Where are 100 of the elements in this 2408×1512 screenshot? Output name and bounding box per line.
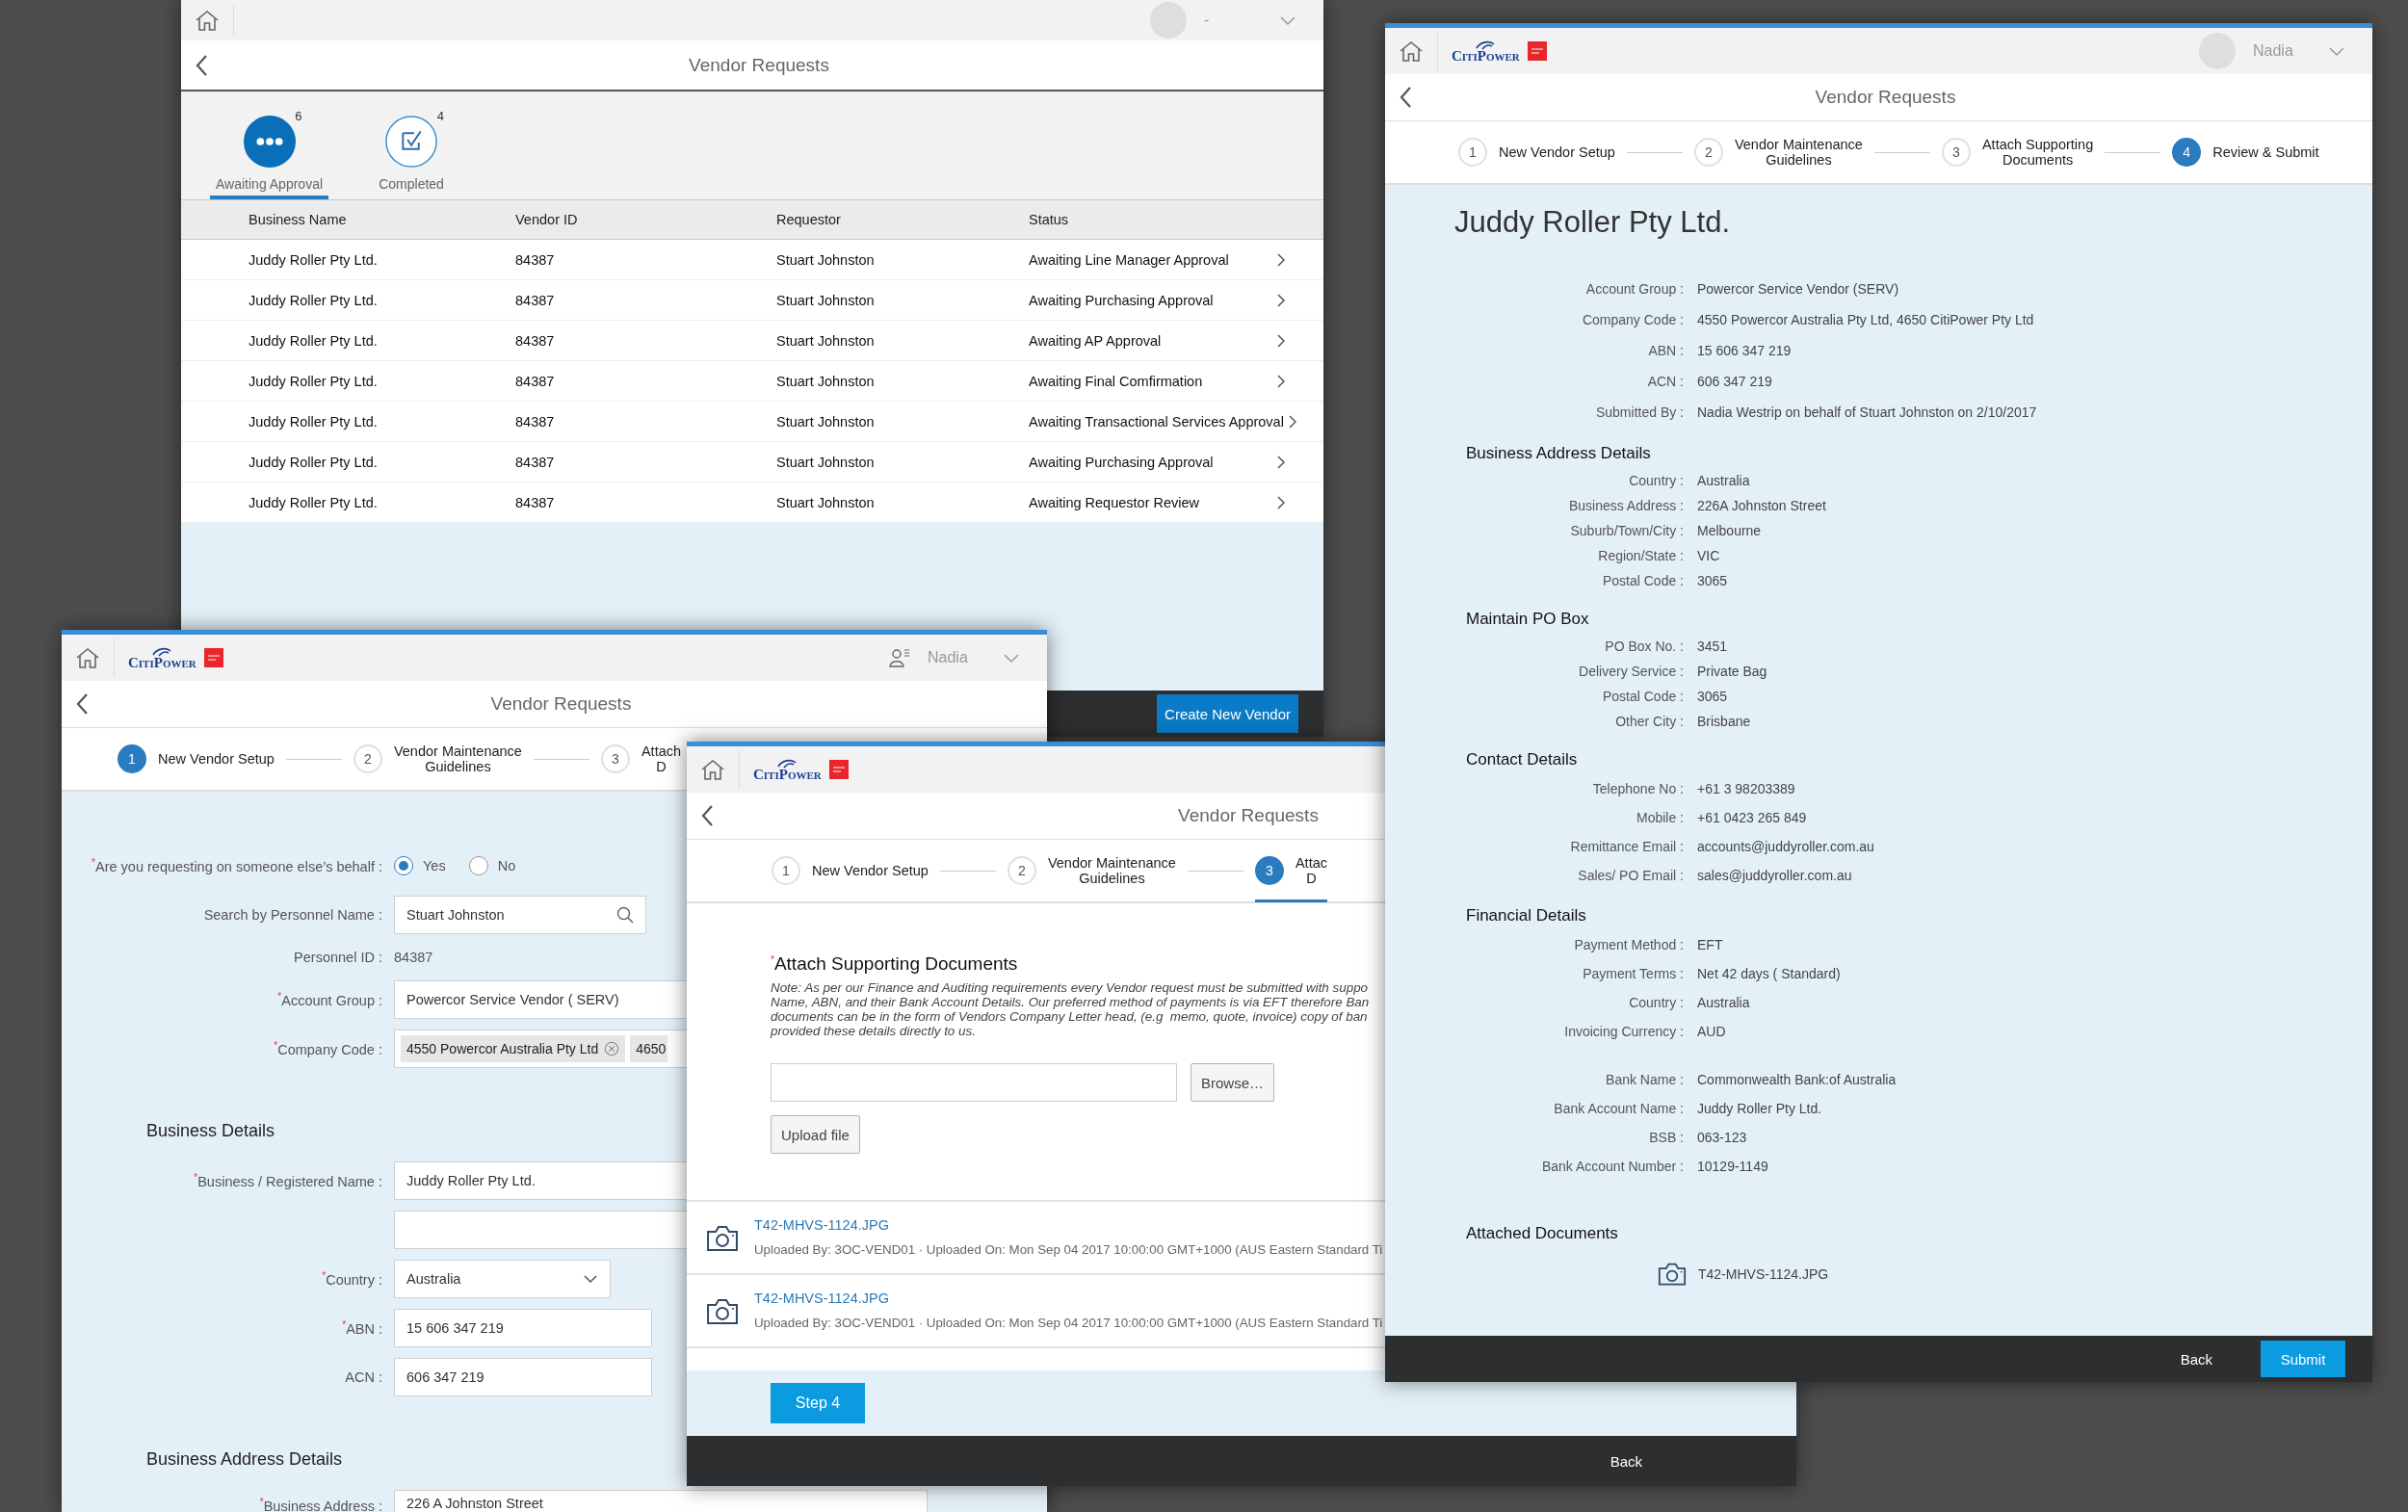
step-number[interactable]: 3 xyxy=(1254,855,1284,885)
chevron-down-icon xyxy=(583,1274,598,1284)
chevron-right-icon xyxy=(1276,374,1285,388)
swoosh-icon xyxy=(776,759,798,769)
step-number[interactable]: 2 xyxy=(1007,856,1036,885)
step-number[interactable]: 1 xyxy=(772,856,800,885)
input-field[interactable]: Juddy Roller Pty Ltd. xyxy=(394,1161,687,1200)
create-vendor-button[interactable]: Create New Vendor xyxy=(1157,694,1298,733)
home-icon[interactable] xyxy=(1399,39,1424,63)
step-number[interactable]: 1 xyxy=(118,744,146,773)
logo-badge-icon xyxy=(1527,41,1547,61)
swoosh-icon xyxy=(151,647,173,657)
detail-value: Net 42 days ( Standard) xyxy=(1697,966,1841,981)
input-field[interactable]: 15 606 347 219 xyxy=(394,1309,652,1347)
chevron-right-icon xyxy=(1276,333,1285,348)
chevron-down-icon[interactable] xyxy=(1279,14,1296,26)
field-label: $^{*}$Account Group : xyxy=(276,991,382,1008)
country-dropdown[interactable]: Australia xyxy=(394,1260,611,1298)
radio-option[interactable]: No xyxy=(468,856,516,875)
home-icon[interactable] xyxy=(195,9,220,32)
input-field[interactable]: 226 A Johnston Street xyxy=(394,1490,928,1512)
input-field[interactable] xyxy=(394,1211,687,1249)
upload-button[interactable]: Upload file xyxy=(771,1115,860,1154)
back-button[interactable]: Back xyxy=(2170,1344,2222,1373)
detail-value: Nadia Westrip on behalf of Stuart Johnston on 2/10/2017 xyxy=(1697,404,2037,420)
step-number[interactable]: 3 xyxy=(1941,138,1971,167)
file-link[interactable]: T42-MHVS-1124.JPG xyxy=(754,1290,889,1306)
token[interactable]: 4550 Powercor Australia Pty Ltd xyxy=(401,1035,626,1062)
step-number[interactable]: 1 xyxy=(1458,138,1487,167)
table-cell-text: Stuart Johnston xyxy=(776,413,876,430)
table-row[interactable]: Juddy Roller Pty Ltd. 84387 Stuart Johnston Awaiting Final Comfirmation xyxy=(181,361,1323,402)
back-icon[interactable] xyxy=(195,53,208,77)
column-header[interactable]: Status xyxy=(1029,212,1318,227)
radio-option[interactable]: Yes xyxy=(394,856,446,875)
chevron-right-icon xyxy=(1276,495,1285,509)
table-cell-text: 84387 xyxy=(515,251,556,268)
table-row[interactable]: Juddy Roller Pty Ltd. 84387 Stuart Johnston Awaiting Purchasing Approval xyxy=(181,280,1323,321)
step-number[interactable]: 2 xyxy=(353,744,382,773)
input-field[interactable]: 606 347 219 xyxy=(394,1358,652,1396)
table-cell-text: Stuart Johnston xyxy=(776,251,876,268)
page-title: Vendor Requests xyxy=(1178,805,1319,826)
file-link[interactable]: T42-MHVS-1124.JPG xyxy=(754,1217,889,1233)
count-label: 4 xyxy=(436,109,445,123)
token[interactable]: 4650 xyxy=(630,1035,668,1062)
table-row[interactable]: Juddy Roller Pty Ltd. 84387 Stuart Johnston Awaiting AP Approval xyxy=(181,321,1323,361)
input-field[interactable]: Powercor Service Vendor ( SERV) xyxy=(394,980,687,1019)
user-icon[interactable] xyxy=(889,648,910,667)
table-row[interactable]: Juddy Roller Pty Ltd. 84387 Stuart Johnston Awaiting Transactional Services Approval xyxy=(181,402,1323,442)
table-row[interactable]: Juddy Roller Pty Ltd. 84387 Stuart Johnston Awaiting Line Manager Approval xyxy=(181,240,1323,280)
detail-label: ACN : xyxy=(1646,374,1684,389)
radio-button[interactable] xyxy=(394,856,413,875)
table-cell: Awaiting Purchasing Approval xyxy=(1029,454,1214,470)
table-row[interactable]: Juddy Roller Pty Ltd. 84387 Stuart Johnston Awaiting Requestor Review xyxy=(181,482,1323,523)
detail-label: Remittance Email : xyxy=(1569,839,1684,854)
more-icon xyxy=(242,115,297,169)
table-row[interactable]: Juddy Roller Pty Ltd. 84387 Stuart Johnston Awaiting Purchasing Approval xyxy=(181,442,1323,482)
table-cell-text: 84387 xyxy=(515,454,556,470)
table-cell-text: Stuart Johnston xyxy=(776,292,876,308)
token-field[interactable]: 4550 Powercor Australia Pty Ltd 4650 xyxy=(394,1030,687,1068)
field-label: Personnel ID : xyxy=(293,950,382,965)
field-label: $^{*}$Company Code : xyxy=(273,1040,382,1057)
home-icon[interactable] xyxy=(700,758,725,781)
table-cell-text: 84387 xyxy=(515,373,556,389)
radio-button[interactable] xyxy=(468,856,488,875)
back-icon[interactable] xyxy=(75,692,89,716)
step-label: New Vendor Setup xyxy=(1499,144,1615,160)
logo-text: CitiPower xyxy=(1452,50,1520,62)
column-header[interactable]: Requestor xyxy=(776,212,1029,227)
detail-label: Country : xyxy=(1628,473,1684,488)
detail-value: 3065 xyxy=(1697,573,1729,588)
step-number[interactable]: 3 xyxy=(600,744,630,773)
detail-label: Telephone No : xyxy=(1591,781,1684,796)
back-icon[interactable] xyxy=(700,804,714,827)
back-icon[interactable] xyxy=(1399,86,1412,109)
file-name[interactable]: T42-MHVS-1124.JPG xyxy=(1698,1265,1829,1282)
detail-label: Region/State : xyxy=(1597,548,1684,563)
home-icon[interactable] xyxy=(75,646,100,669)
chevron-down-icon[interactable] xyxy=(2328,45,2345,57)
clear-icon[interactable] xyxy=(604,1041,620,1056)
detail-label: PO Box No. : xyxy=(1604,639,1684,654)
column-header[interactable]: Business Name xyxy=(249,212,515,227)
detail-value: +61 0423 265 849 xyxy=(1697,810,1808,825)
chevron-down-icon[interactable] xyxy=(1003,652,1020,664)
browse-button[interactable]: Browse… xyxy=(1191,1063,1275,1102)
search-field[interactable]: Stuart Johnston xyxy=(394,896,646,934)
step-number[interactable]: 4 xyxy=(2172,138,2202,167)
search-icon[interactable] xyxy=(616,906,634,924)
table-cell-text: Juddy Roller Pty Ltd. xyxy=(249,292,379,308)
step-label: Vendor Maintenance Guidelines xyxy=(393,743,522,774)
file-input[interactable] xyxy=(771,1063,1177,1102)
section-heading: Contact Details xyxy=(1466,749,1578,770)
page-title: Vendor Requests xyxy=(1815,87,1956,108)
table-cell-text: Juddy Roller Pty Ltd. xyxy=(249,454,379,470)
detail-value: 063-123 xyxy=(1697,1130,1748,1145)
chevron-right-icon xyxy=(1287,414,1296,429)
column-header[interactable]: Vendor ID xyxy=(515,212,776,227)
step-number[interactable]: 2 xyxy=(1693,138,1723,167)
back-button[interactable]: Back xyxy=(1600,1447,1652,1475)
detail-label: Account Group : xyxy=(1584,281,1684,297)
table-cell-text: 84387 xyxy=(515,332,556,349)
